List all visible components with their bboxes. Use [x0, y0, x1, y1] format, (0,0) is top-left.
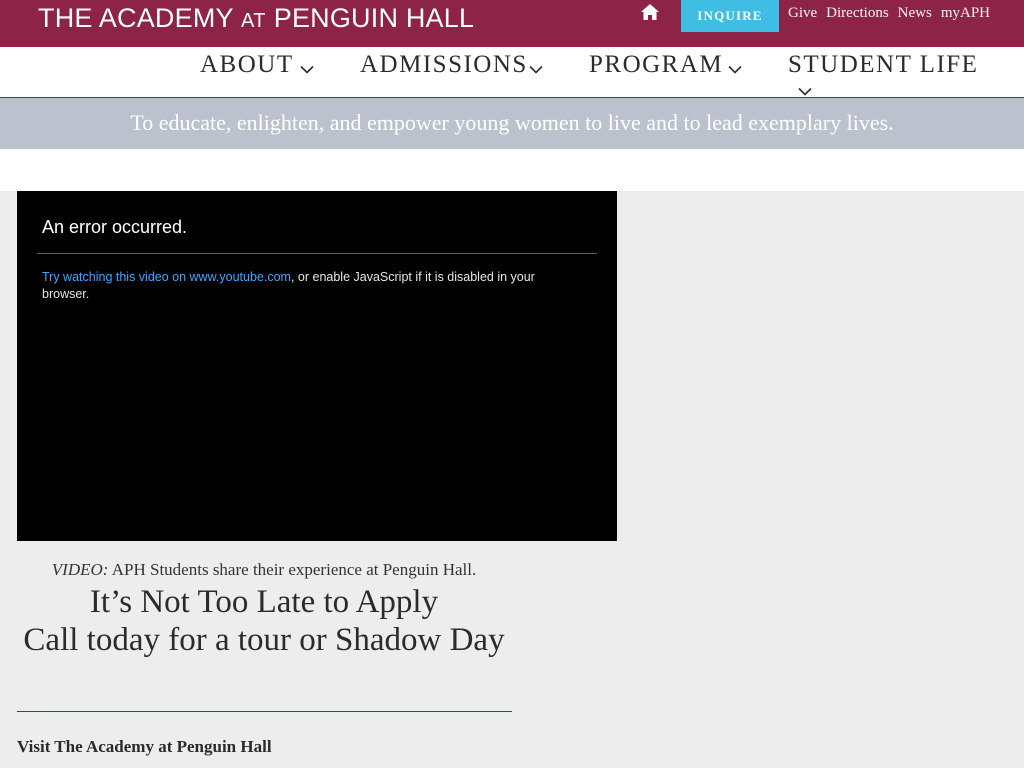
nav-item-admissions[interactable]: ADMISSIONS — [360, 47, 543, 97]
logo-text-end: PENGUIN HALL — [273, 3, 475, 33]
home-icon[interactable] — [640, 3, 662, 23]
top-bar: THE ACADEMY AT PENGUIN HALL INQUIRE Give… — [0, 0, 1024, 47]
video-error-message: Try watching this video on www.youtube.c… — [42, 269, 572, 303]
apply-heading: It’s Not Too Late to Apply Call today fo… — [17, 583, 511, 659]
nav-item-label: STUDENT LIFE — [788, 51, 979, 78]
directions-link[interactable]: Directions — [826, 4, 888, 22]
give-link[interactable]: Give — [788, 4, 817, 22]
home-icon-svg — [641, 4, 659, 20]
nav-item-label: ABOUT — [200, 51, 294, 78]
myaph-link[interactable]: myAPH — [941, 4, 990, 22]
chevron-down-icon — [529, 65, 543, 74]
video-caption: VIDEO: APH Students share their experien… — [17, 560, 511, 580]
inquire-button[interactable]: INQUIRE — [681, 0, 779, 32]
mission-text: To educate, enlighten, and empower young… — [130, 110, 894, 135]
chevron-down-icon — [300, 65, 314, 74]
section-divider — [17, 711, 512, 712]
video-error-divider — [37, 253, 597, 254]
video-embed[interactable]: An error occurred. Try watching this vid… — [17, 191, 617, 541]
caption-label: VIDEO: — [51, 560, 109, 579]
nav-item-program[interactable]: PROGRAM — [589, 47, 742, 97]
cta-line-2: Call today for a tour or Shadow Day — [23, 622, 505, 658]
nav-item-label: PROGRAM — [589, 51, 724, 78]
logo-text-at: AT — [240, 10, 267, 32]
visit-heading: Visit The Academy at Penguin Hall — [17, 737, 272, 756]
caption-text: APH Students share their experience at P… — [108, 560, 477, 579]
spacer — [0, 149, 1024, 191]
chevron-down-icon — [728, 65, 742, 74]
youtube-link[interactable]: Try watching this video on www.youtube.c… — [42, 270, 291, 284]
logo-text-main: THE ACADEMY — [38, 3, 234, 33]
nav-item-student-life[interactable]: STUDENT LIFE — [788, 47, 978, 97]
nav-item-label: ADMISSIONS — [360, 51, 528, 78]
mission-banner: To educate, enlighten, and empower young… — [0, 98, 1024, 149]
video-error-title: An error occurred. — [42, 217, 188, 237]
main-nav: ABOUT ADMISSIONS PROGRAM STUDENT LIFE — [0, 47, 1024, 98]
utility-links: Give Directions News myAPH — [788, 4, 990, 22]
news-link[interactable]: News — [898, 4, 932, 22]
chevron-down-icon — [798, 87, 812, 96]
site-logo[interactable]: THE ACADEMY AT PENGUIN HALL — [38, 2, 474, 37]
nav-item-about[interactable]: ABOUT — [200, 47, 314, 97]
cta-line-1: It’s Not Too Late to Apply — [89, 584, 439, 620]
